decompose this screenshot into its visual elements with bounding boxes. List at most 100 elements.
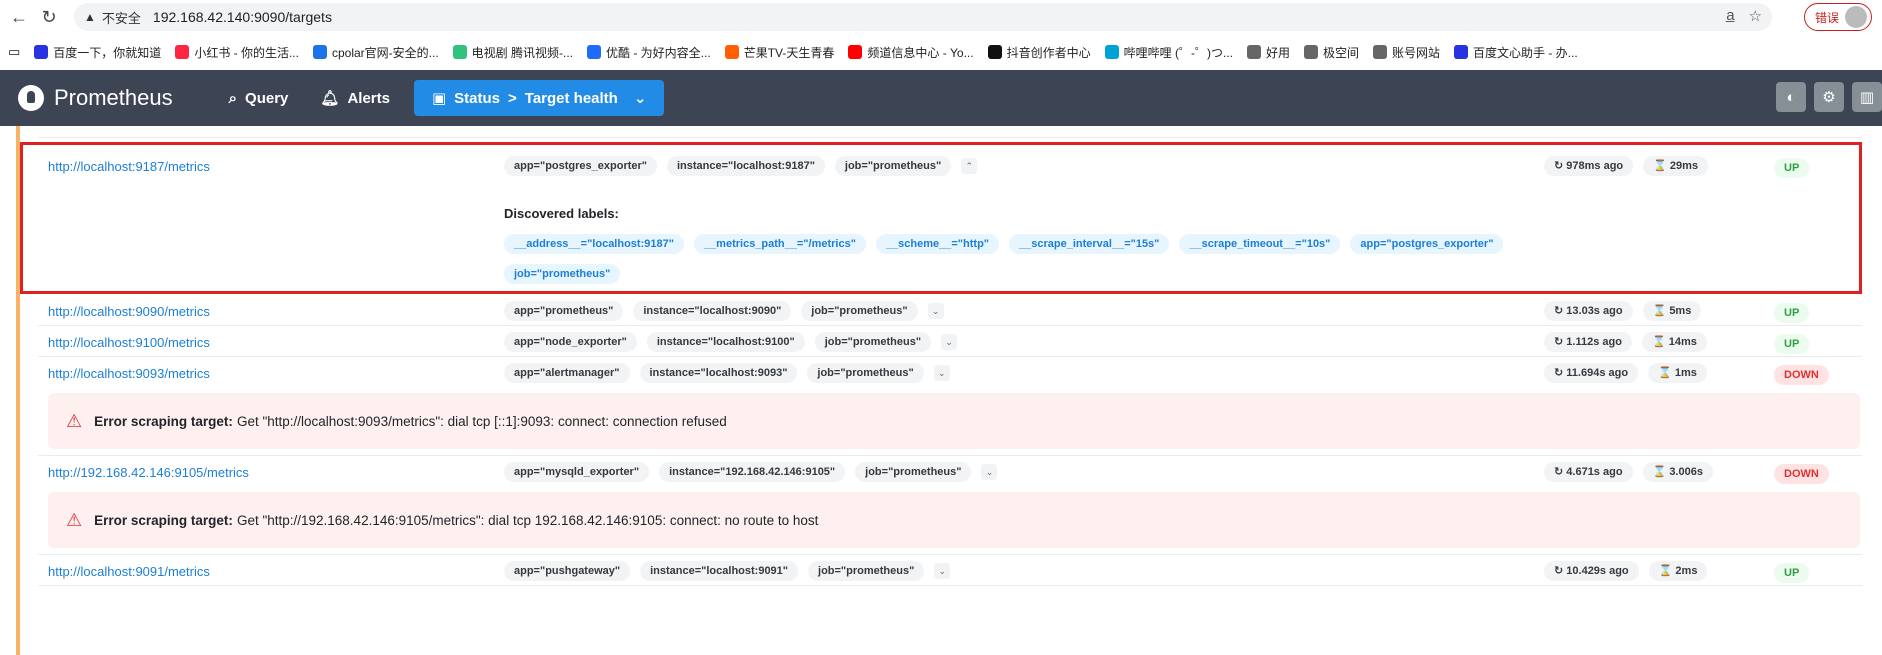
table-row-top-divider (38, 126, 1862, 138)
nav-status-dropdown[interactable]: ▣ Status > Target health ⌄ (413, 80, 665, 116)
reload-icon[interactable]: ↻ (34, 2, 64, 32)
label-badge: instance="192.168.42.146:9105" (659, 462, 846, 482)
bookmark-favicon-icon (34, 45, 49, 59)
theme-toggle-icon[interactable]: ◐ (1776, 82, 1806, 112)
scrape-duration-badge: ⌛ 14ms (1641, 332, 1707, 352)
avatar (1845, 6, 1867, 28)
back-arrow-icon[interactable]: ← (4, 2, 34, 32)
bookmark-item[interactable]: 极空间 (1303, 44, 1359, 61)
bookmark-favicon-icon (1246, 45, 1261, 59)
nav-query-label: Query (245, 89, 289, 107)
target-endpoint-link[interactable]: http://localhost:9093/metrics (48, 366, 210, 381)
bookmark-item[interactable]: 账号网站 (1372, 44, 1440, 61)
scrape-duration-badge: ⌛ 3.006s (1642, 462, 1713, 482)
chevron-down-icon: ⌄ (633, 90, 647, 107)
book-icon[interactable]: ▥ (1852, 82, 1882, 112)
hourglass-icon: ⌛ (1652, 305, 1670, 317)
translate-icon[interactable]: a̲ (1726, 7, 1734, 25)
bookmark-favicon-icon (1372, 45, 1387, 59)
bookmark-item[interactable]: 芒果TV-天生青春 (724, 44, 835, 61)
monitor-icon: ▣ (431, 90, 447, 107)
error-profile-button[interactable]: 错误 (1803, 3, 1872, 31)
last-scrape-text: 4.671s ago (1566, 466, 1623, 478)
chevron-down-icon[interactable]: ⌄ (934, 563, 951, 579)
bookmark-item[interactable]: 抖音创作者中心 (987, 44, 1091, 61)
bookmark-favicon-icon (587, 45, 602, 59)
table-row: http://192.168.42.146:9105/metrics app="m… (38, 456, 1862, 555)
target-endpoint-link[interactable]: http://localhost:9091/metrics (48, 564, 210, 579)
label-badge: instance="localhost:9100" (646, 332, 805, 352)
last-scrape-badge: ↻ 4.671s ago (1544, 462, 1633, 482)
label-badge: app="alertmanager" (504, 363, 630, 383)
error-prefix: Error scraping target: (94, 512, 233, 528)
star-icon[interactable]: ☆ (1749, 7, 1762, 25)
url-text[interactable]: 192.168.42.140:9090/targets (153, 9, 332, 25)
label-badge: app="prometheus" (504, 301, 624, 321)
annotation-highlight-box (20, 142, 1862, 294)
bookmark-item[interactable]: 电视剧 腾讯视频-... (452, 44, 574, 61)
bookmark-label: 好用 (1265, 45, 1290, 60)
bookmark-item[interactable]: 百度一下，你就知道 (34, 44, 161, 61)
hourglass-icon: ⌛ (1658, 367, 1675, 379)
chevron-down-icon[interactable]: ⌄ (933, 365, 950, 381)
chevron-down-icon[interactable]: ⌄ (927, 303, 944, 319)
label-badge: app="mysqld_exporter" (504, 462, 650, 482)
bookmark-item[interactable]: cpolar官网-安全的... (312, 44, 439, 61)
label-badge: instance="localhost:9093" (639, 363, 798, 383)
bookmark-label: 优酷 - 为好内容全... (606, 45, 711, 60)
bookmark-favicon-icon (1104, 45, 1119, 59)
table-row: http://localhost:9091/metrics app="pushga… (38, 555, 1862, 586)
target-labels: app="prometheus" instance="localhost:9090… (504, 301, 944, 321)
gear-icon[interactable]: ⚙ (1814, 82, 1844, 112)
last-scrape-text: 1.112s ago (1566, 336, 1622, 348)
nav-alerts[interactable]: 🔔︎ Alerts (304, 80, 406, 116)
bookmark-label: 百度文心助手 - 办... (1473, 45, 1578, 60)
target-endpoint-link[interactable]: http://localhost:9100/metrics (48, 335, 210, 350)
bookmark-label: 抖音创作者中心 (1006, 45, 1091, 60)
bookmark-item[interactable]: 频道信息中心 - Yo... (848, 44, 974, 61)
scrape-info: ↻ 11.694s ago ⌛ 1ms (1544, 363, 1707, 383)
target-endpoint-link[interactable]: http://localhost:9090/metrics (48, 304, 210, 319)
bookmark-item[interactable]: 百度文心助手 - 办... (1454, 44, 1578, 61)
last-scrape-badge: ↻ 10.429s ago (1544, 561, 1639, 581)
bookmark-item[interactable]: 好用 (1246, 44, 1290, 61)
last-scrape-text: 13.03s ago (1566, 305, 1623, 317)
bookmark-item[interactable]: 哔哩哔哩 (゜-゜)つ... (1104, 44, 1233, 61)
last-scrape-badge: ↻ 1.112s ago (1544, 332, 1632, 352)
prometheus-navbar: Prometheus ⌕ Query 🔔︎ Alerts ▣ Status > … (0, 70, 1882, 126)
target-health-content: http://localhost:9187/metrics app="postgr… (0, 126, 1882, 655)
warning-triangle-icon: ⚠ (66, 410, 83, 431)
target-labels: app="mysqld_exporter" instance="192.168.4… (504, 462, 998, 482)
label-badge: instance="localhost:9091" (640, 561, 799, 581)
bookmark-label: 百度一下，你就知道 (53, 45, 162, 60)
bookmark-item[interactable]: 小红书 - 你的生活... (175, 44, 299, 61)
nav-status-separator: > (508, 89, 517, 107)
bookmark-label: 电视剧 腾讯视频-... (471, 45, 574, 60)
scrape-duration-text: 3.006s (1669, 466, 1703, 478)
refresh-icon: ↻ (1554, 565, 1567, 577)
error-label: 错误 (1814, 10, 1839, 25)
address-bar[interactable]: ▲ 不安全 192.168.42.140:9090/targets a̲ ☆ (74, 3, 1772, 31)
chevron-down-icon[interactable]: ⌄ (941, 334, 958, 350)
bell-icon: 🔔︎ (320, 90, 340, 107)
refresh-icon: ↻ (1554, 305, 1567, 317)
bookmark-item[interactable]: 优酷 - 为好内容全... (587, 44, 711, 61)
bookmark-favicon-icon (312, 45, 327, 59)
last-scrape-text: 10.429s ago (1566, 565, 1629, 577)
prometheus-logo-icon (18, 85, 44, 111)
bookmark-favicon-icon (848, 45, 863, 59)
target-endpoint-link[interactable]: http://192.168.42.146:9105/metrics (48, 465, 249, 480)
target-labels: app="alertmanager" instance="localhost:90… (504, 363, 950, 383)
brand-title[interactable]: Prometheus (54, 85, 173, 111)
scrape-duration-badge: ⌛ 5ms (1642, 301, 1702, 321)
target-labels: app="pushgateway" instance="localhost:909… (504, 561, 951, 581)
tab-search-icon[interactable]: ▭ (8, 44, 20, 60)
nav-status-page-label: Target health (524, 89, 618, 107)
scrape-duration-text: 5ms (1669, 305, 1692, 317)
chevron-down-icon[interactable]: ⌄ (981, 464, 998, 480)
bookmark-label: 芒果TV-天生青春 (743, 45, 835, 60)
label-badge: app="node_exporter" (504, 332, 637, 352)
label-badge: instance="localhost:9090" (633, 301, 792, 321)
bookmark-favicon-icon (175, 45, 190, 59)
nav-query[interactable]: ⌕ Query (213, 80, 305, 116)
